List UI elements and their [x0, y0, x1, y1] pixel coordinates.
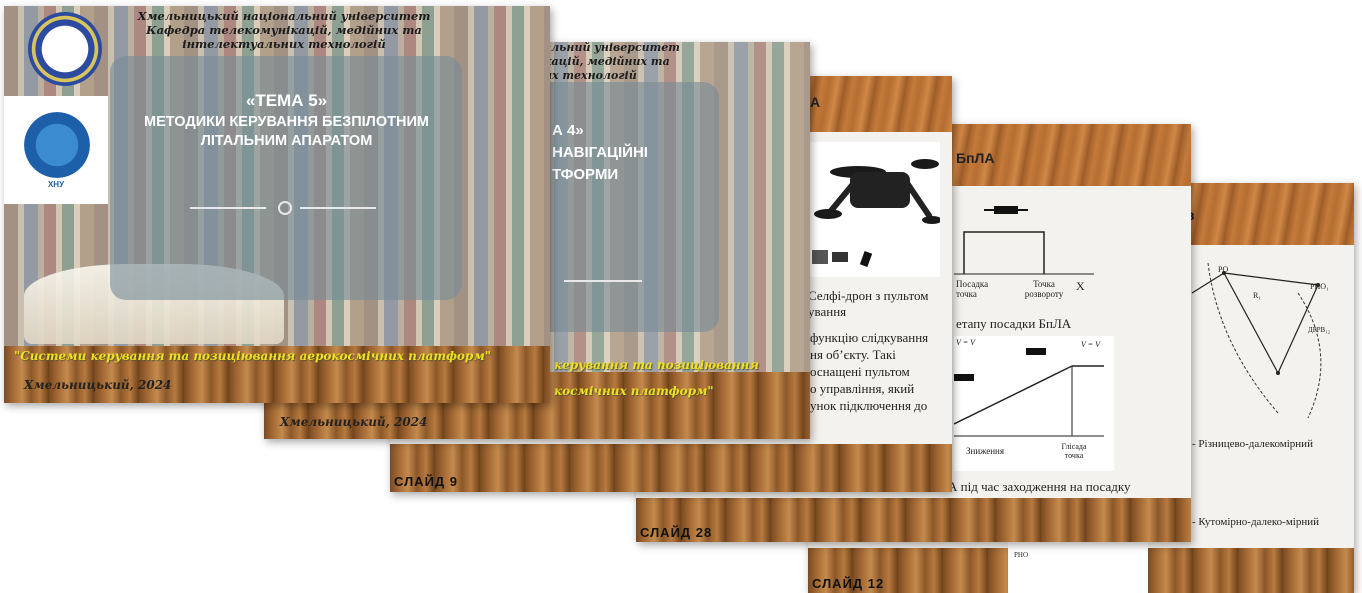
slide-floor-wood: [390, 444, 952, 492]
body-line4: о управління, який: [810, 381, 915, 396]
slide-heading: А: [810, 94, 821, 110]
lower-diagram: [1008, 538, 1148, 593]
legend-angle: - Кутомірно-далеко-мірний: [1192, 516, 1320, 528]
descent-label: Зниження: [966, 446, 1005, 456]
glide-point-label: Глісада точка: [1061, 442, 1087, 460]
point-turn: Точка розвороту: [1024, 279, 1064, 299]
topic-title: «ТЕМА 5» МЕТОДИКИ КЕРУВАННЯ БЕЗПІЛОТНИМ …: [144, 91, 429, 149]
caption-line2: ування: [808, 304, 847, 319]
slide-floor-wood-right: [1148, 548, 1354, 593]
body-line3: оснащені пультом: [810, 364, 910, 379]
point-landing: Посадка точка: [956, 279, 989, 299]
velocity-left: V = V: [956, 338, 976, 347]
drone-icon: [812, 159, 940, 267]
divider-line: [564, 280, 642, 282]
university-logo: [28, 12, 102, 86]
slide-floor-wood: [636, 498, 1191, 542]
axis-x-label: X: [1076, 279, 1085, 293]
bottom-caption: А під час заходження на посадку: [948, 479, 1131, 494]
university-name: Хмельницький національний університет Ка…: [137, 9, 431, 51]
slide-number-label: СЛАЙД 9: [394, 474, 459, 489]
diagram-label-rno: РНО₁: [1310, 282, 1329, 291]
slide-number-label: СЛАЙД 28: [640, 525, 713, 540]
body-line1: функцію слідкування: [810, 330, 929, 345]
city-year: Хмельницький, 2024: [24, 378, 172, 392]
slide-number-label: СЛАЙД 12: [812, 576, 885, 591]
city-year: Хмельницький, 2024: [280, 415, 428, 429]
velocity-right: V = V: [1081, 340, 1101, 349]
department-logo: ХНУ: [4, 96, 108, 204]
topic-title: А 4» НАВІГАЦІЙНІ ТФОРМИ: [552, 122, 648, 183]
navigation-diagram: [1191, 262, 1322, 419]
university-name: альний університет кацій, медійних та их…: [544, 42, 680, 82]
body-line5: унок підключення до: [810, 398, 928, 413]
divider-left: [190, 207, 266, 209]
logo-caption: ХНУ: [47, 180, 65, 189]
diagram-label-dprv: ДРРВ₁₂: [1308, 326, 1331, 334]
stage-caption: етапу посадки БпЛА: [956, 316, 1072, 331]
diagram-label-ro: РО: [1218, 265, 1229, 274]
divider-right: [300, 207, 376, 209]
slide-thumbnail-topic-5[interactable]: ХНУ Хмельницький національний університе…: [4, 6, 550, 403]
divider-circle-icon: [278, 201, 292, 215]
caption-line1: Селфі-дрон з пультом: [808, 288, 929, 303]
course-name: "Системи керування та позиціювання аерок…: [14, 349, 491, 363]
body-line2: ня об’єкту. Такі: [810, 347, 896, 362]
globe-icon: [24, 112, 90, 178]
legend-difference: - Різницево-далекомірний: [1192, 438, 1313, 450]
diagram-label-r1: R₁: [1253, 291, 1262, 300]
course-name-line1: керування та позиціювання: [554, 358, 759, 372]
slide-heading: БпЛА: [956, 150, 995, 166]
course-name-line2: космічних платформ": [554, 384, 714, 398]
diagram-label-rno2: РНО: [1014, 551, 1029, 559]
